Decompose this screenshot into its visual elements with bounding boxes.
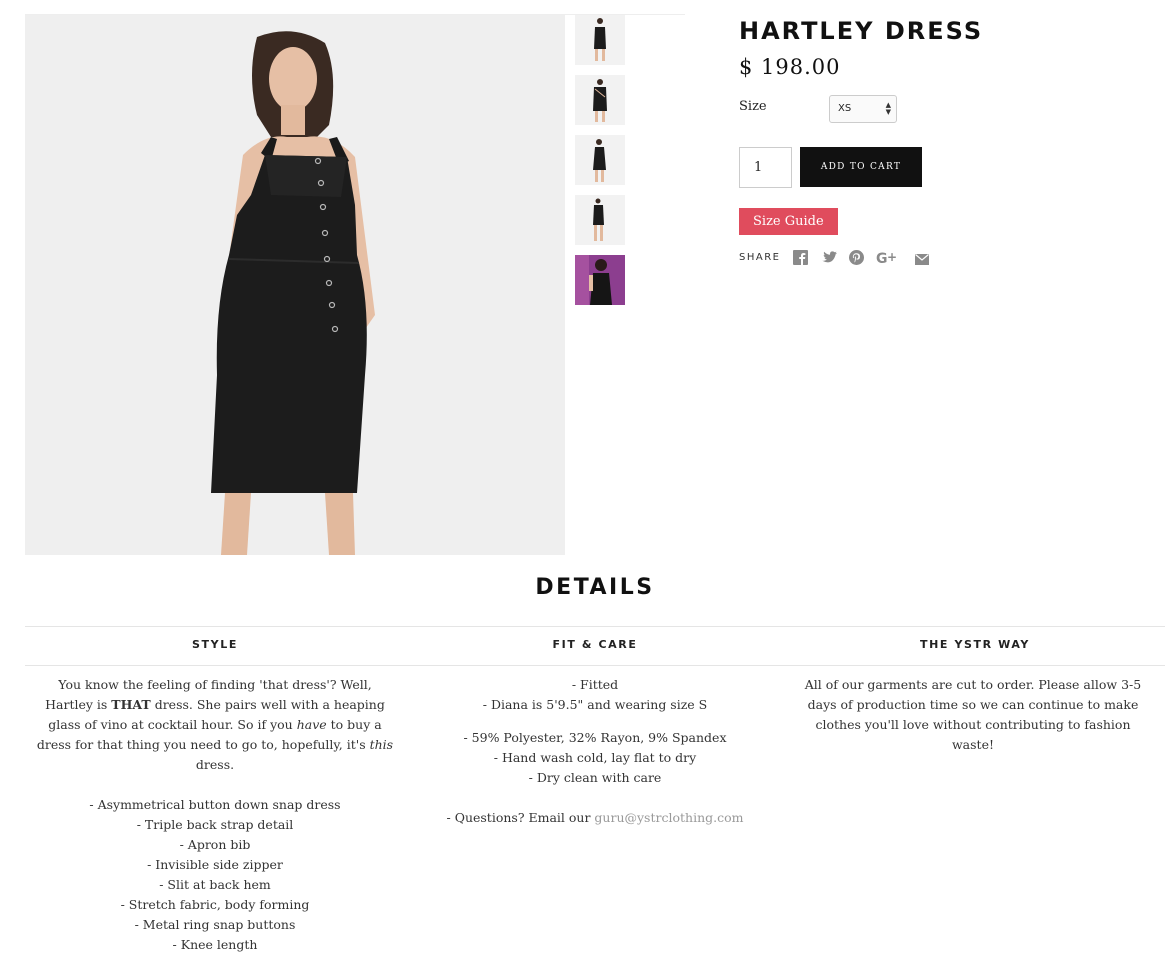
email-icon[interactable] <box>915 250 929 269</box>
style-intro: You know the feeling of finding 'that dr… <box>35 675 395 775</box>
tab-style[interactable]: STYLE <box>25 638 405 651</box>
details-tab-bar: STYLE FIT & CARE THE YSTR WAY <box>25 626 1165 666</box>
feature-item: - Knee length <box>172 937 258 952</box>
thumbnail-strip <box>575 15 625 315</box>
size-select-value: XS <box>838 103 852 114</box>
size-label: Size <box>739 99 767 114</box>
add-to-cart-button[interactable]: ADD TO CART <box>800 147 922 187</box>
size-guide-button[interactable]: Size Guide <box>739 208 838 235</box>
details-heading: DETAILS <box>535 575 655 600</box>
twitter-icon[interactable] <box>821 250 837 269</box>
thumbnail-lifestyle[interactable] <box>575 255 625 305</box>
intro-emphasis: have <box>296 717 327 732</box>
select-arrows-icon: ▲ ▼ <box>885 101 891 116</box>
feature-item: - Asymmetrical button down snap dress <box>89 797 341 812</box>
email-link[interactable]: guru@ystrclothing.com <box>594 810 743 825</box>
thumbnail-full[interactable] <box>575 195 625 245</box>
feature-item: - Invisible side zipper <box>147 857 283 872</box>
ystr-way-column: All of our garments are cut to order. Pl… <box>800 675 1146 755</box>
thumbnail-front[interactable] <box>575 15 625 65</box>
ystr-way-text: All of our garments are cut to order. Pl… <box>804 677 1142 752</box>
feature-item: - Triple back strap detail <box>136 817 294 832</box>
share-row: SHARE G + <box>739 250 1159 270</box>
questions-text: - Questions? Email our <box>446 810 595 825</box>
product-title: HARTLEY DRESS <box>739 17 984 45</box>
share-label: SHARE <box>739 252 781 263</box>
product-info: HARTLEY DRESS $ 198.00 Size XS ▲▼ ADD TO… <box>739 14 1159 270</box>
intro-bold: THAT <box>111 697 151 712</box>
fit-care-column: - Fitted - Diana is 5'9.5" and wearing s… <box>415 675 775 828</box>
thumbnail-image <box>575 255 625 305</box>
svg-text:+: + <box>887 250 897 264</box>
care-line: - Hand wash cold, lay flat to dry <box>493 750 697 765</box>
size-select[interactable]: XS ▲ ▼ <box>829 95 897 123</box>
thumbnail-side[interactable] <box>575 135 625 185</box>
thumbnail-image <box>593 198 604 241</box>
feature-item: - Metal ring snap buttons <box>134 917 296 932</box>
thumbnail-image <box>594 18 606 61</box>
intro-emphasis: this <box>369 737 394 752</box>
feature-item: - Slit at back hem <box>159 877 271 892</box>
thumbnail-image <box>593 139 606 182</box>
questions-line: - Questions? Email our guru@ystrclothing… <box>415 808 775 828</box>
fit-line: - Fitted <box>571 677 619 692</box>
product-price: $ 198.00 <box>739 55 841 79</box>
cart-row: ADD TO CART <box>739 147 1159 188</box>
google-plus-icon[interactable]: G + <box>876 250 901 269</box>
style-column: You know the feeling of finding 'that dr… <box>35 675 395 955</box>
feature-item: - Apron bib <box>179 837 251 852</box>
facebook-icon[interactable] <box>793 250 808 269</box>
svg-text:G: G <box>876 251 888 265</box>
quantity-input[interactable] <box>739 147 792 188</box>
thumbnail-image <box>593 79 607 122</box>
size-row: Size XS ▲ ▼ <box>739 95 1159 127</box>
care-line: - Dry clean with care <box>528 770 662 785</box>
feature-item: - Stretch fabric, body forming <box>120 897 310 912</box>
care-line: - 59% Polyester, 32% Rayon, 9% Spandex <box>463 730 727 745</box>
fit-line: - Diana is 5'9.5" and wearing size S <box>482 697 708 712</box>
intro-text: dress. <box>195 757 235 772</box>
pinterest-icon[interactable] <box>849 250 864 269</box>
tab-fit-care[interactable]: FIT & CARE <box>405 638 785 651</box>
tab-ystr-way[interactable]: THE YSTR WAY <box>785 638 1165 651</box>
model-photo <box>25 15 565 555</box>
thumbnail-back[interactable] <box>575 75 625 125</box>
product-main-image[interactable] <box>25 15 565 555</box>
